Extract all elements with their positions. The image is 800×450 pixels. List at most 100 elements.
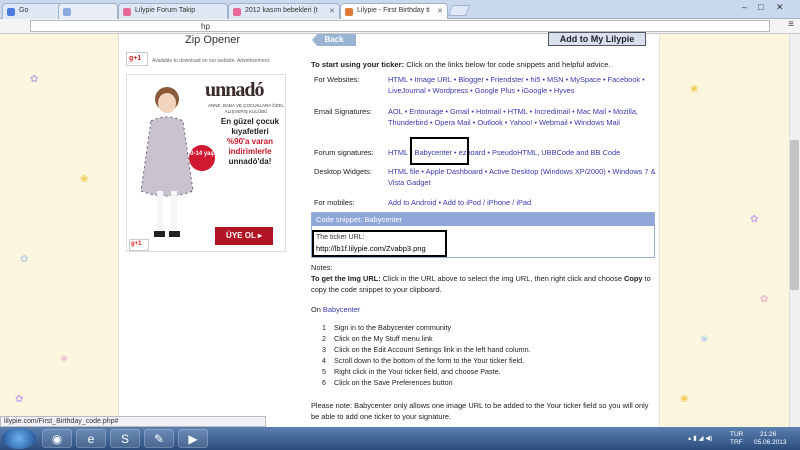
lilypie-favicon-icon [233,8,241,16]
step-3-text: Click on the Edit Account Settings link … [334,345,531,354]
tab-favicon-icon [63,8,71,16]
zip-opener-title: Zip Opener [185,34,241,46]
desktop-widgets-links[interactable]: HTML file • Apple Dashboard • Active Des… [388,166,658,188]
step-item: 5 Right click in the Your ticker field, a… [322,367,501,376]
notes-title: Notes: [311,263,333,272]
tab-4[interactable]: 2012 kasım bebekleri (t ✕ [228,3,340,19]
flower-icon: ❀ [700,334,709,345]
tab-1[interactable]: Go [2,3,62,19]
tab-strip: Go Lilypie Forum Takip 2012 kasım bebekl… [0,0,800,20]
advertisement[interactable]: unnadó ANNE, BABA VE ÇOCUKLARA ÖZEL ALIŞ… [126,74,286,252]
gplus-count: +1 [133,55,142,62]
tray-icons[interactable]: ▴ ▮ ◢ ◀) [688,434,712,442]
chrome-taskbar-icon[interactable]: ◉ [42,429,72,448]
promo-line-3: unnadó'da! [228,157,272,166]
start-button[interactable] [2,428,36,449]
system-tray: ▴ ▮ ◢ ◀) TUR TRF 21:26 05.06.2013 [688,429,798,448]
input-language[interactable]: TUR [730,431,743,438]
flower-icon: ❀ [680,394,689,405]
google-favicon-icon [7,8,15,16]
address-mask [71,21,196,31]
flower-icon: ✿ [15,394,24,405]
flower-icon: ✿ [30,74,39,85]
lilypie-favicon-icon [345,8,353,16]
ad-brand: unnadó [205,79,264,101]
websites-links[interactable]: HTML • Image URL • Blogger • Friendster … [388,74,658,96]
step-2-text: Click on the My Stuff menu link [334,334,433,343]
intro-text: To start using your ticker: Click on the… [311,60,656,69]
mobiles-links[interactable]: Add to Android • Add to iPod / iPhone / … [388,197,658,208]
ad-gplus-button[interactable]: g+1 [129,239,149,251]
step-6-text: Click on the Save Preferences button [334,378,453,387]
step-item: 3 Click on the Edit Account Settings link… [322,345,531,354]
notes-section: Notes: To get the Img URL: Click in the … [311,262,656,315]
on-site-line: On Babycenter [311,304,656,315]
flower-icon: ✿ [760,294,769,305]
mobiles-label: For mobiles: [314,198,355,207]
on-site-link[interactable]: Babycenter [323,305,360,314]
skype-taskbar-icon[interactable]: S [110,429,140,448]
desktop-widgets-label: Desktop Widgets: [314,167,372,176]
scrollbar-thumb[interactable] [790,140,799,290]
tab-3[interactable]: Lilypie Forum Takip [118,3,228,19]
close-tab-icon[interactable]: ✕ [329,7,335,15]
clock-time[interactable]: 21:26 [760,431,776,438]
lilypie-favicon-icon [123,8,131,16]
tab-2[interactable] [58,3,118,19]
step-item: 4 Scroll down to the bottom of the form t… [322,356,525,365]
notes-copy: Copy [623,274,643,283]
media-player-taskbar-icon[interactable]: ▶ [178,429,208,448]
close-tab-icon[interactable]: ✕ [437,7,443,15]
ad-cta-label: ÜYE OL [226,231,256,240]
browser-toolbar: hp ≡ [0,19,800,34]
ad-promo: En güzel çocuk kıyafetleri %90'a varan i… [215,117,285,167]
tab-5-label: Lilypie - First Birthday ti [357,7,430,14]
minimize-icon[interactable]: – [742,2,747,12]
forum-signatures-label: Forum signatures: [314,148,374,157]
flower-icon: ✿ [750,214,759,225]
email-signatures-label: Email Signatures: [314,107,372,116]
email-signatures-links[interactable]: AOL • Entourage • Gmail • Hotmail • HTML… [388,106,658,128]
promo-discount: %90'a varan indirimlerle [227,137,273,156]
flower-icon: ❀ [60,354,69,365]
close-window-icon[interactable]: ✕ [776,2,784,13]
maximize-icon[interactable]: □ [758,2,763,12]
ad-note: Available to download on our website. Ad… [152,58,271,64]
address-text: hp [201,22,210,31]
intro-bold: To start using your ticker: [311,60,405,69]
google-plus-button[interactable]: g+1 [126,52,148,66]
ie-taskbar-icon[interactable]: e [76,429,106,448]
notes-bold: To get the Img URL: [311,274,381,283]
age-badge: 0-14 yaş [189,145,215,171]
step-4-text: Scroll down to the bottom of the form to… [334,356,525,365]
ad-subtitle: ANNE, BABA VE ÇOCUKLARA ÖZEL ALIŞVERİŞ K… [207,103,285,114]
ticker-url-highlight-box [312,230,447,257]
menu-icon[interactable]: ≡ [788,19,794,30]
tab-5-active[interactable]: Lilypie - First Birthday ti ✕ [340,3,448,20]
step-item: 2 Click on the My Stuff menu link [322,334,433,343]
flower-icon: ❀ [690,84,699,95]
address-bar[interactable]: hp [30,20,770,32]
steps-list: 1 Sign in to the Babycenter community 2 Cl… [322,322,652,388]
back-button[interactable]: Back [312,34,356,46]
status-bar: lilypie.com/First_Birthday_code.php# [0,416,266,427]
step-item: 6 Click on the Save Preferences button [322,378,453,387]
windows-taskbar: ◉ e S ✎ ▶ ▴ ▮ ◢ ◀) TUR TRF 21:26 05.06.2… [0,427,800,450]
notes-text: Click in the URL above to select the img… [380,274,624,283]
app-taskbar-icon[interactable]: ✎ [144,429,174,448]
notes-body: To get the Img URL: Click in the URL abo… [311,273,656,295]
ad-signup-button[interactable]: ÜYE OL ▸ [215,227,273,245]
step-5-text: Right click in the Your ticker field, an… [334,367,501,376]
babycenter-highlight-box [410,137,469,165]
new-tab-button[interactable] [447,5,471,16]
promo-line-1: En güzel çocuk kıyafetleri [220,117,280,136]
add-to-my-lilypie-button[interactable]: Add to My Lilypie [548,32,646,46]
flower-icon: ✿ [20,254,29,265]
code-snippet-header: Code snippet: Babycenter [312,213,654,226]
step-1-text: Sign in to the Babycenter community [334,323,452,332]
step-item: 1 Sign in to the Babycenter community [322,323,452,332]
ad-gplus-count: +1 [134,241,142,247]
flower-icon: ❀ [80,174,89,185]
intro-rest: Click on the links below for code snippe… [404,60,611,69]
tab-1-label: Go [19,7,29,14]
